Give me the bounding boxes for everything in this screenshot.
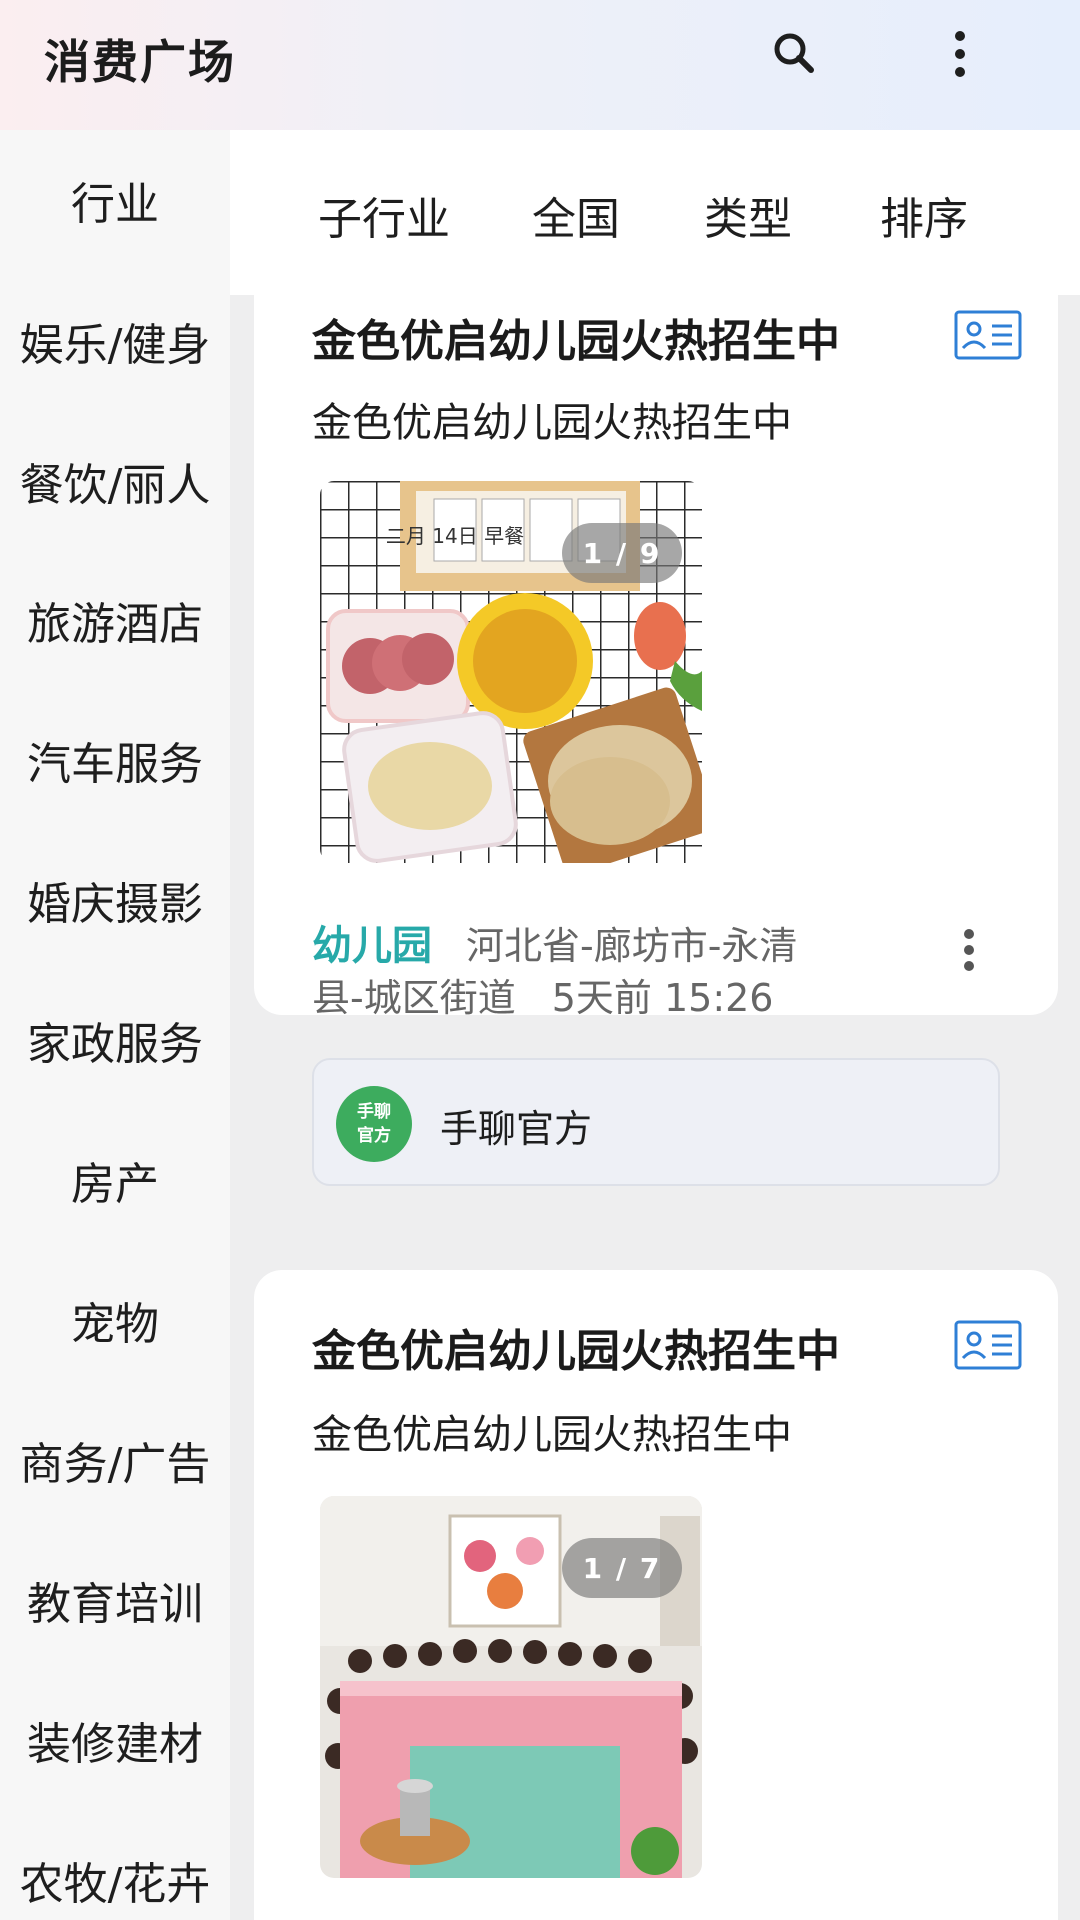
filter-sub-industry[interactable]: 子行业	[318, 185, 450, 245]
search-icon[interactable]	[765, 24, 825, 84]
sidebar-item-pets[interactable]: 宠物	[0, 1275, 230, 1365]
filter-sort[interactable]: 排序	[880, 185, 968, 245]
filter-bar: 子行业 全国 类型 排序	[230, 130, 1080, 295]
more-vertical-icon[interactable]	[930, 24, 990, 84]
filter-region[interactable]: 全国	[532, 185, 620, 245]
photo-counter: 1 / 9	[562, 523, 682, 583]
avatar-text-1: 手聊	[357, 1102, 391, 1122]
photo-counter: 1 / 7	[562, 1538, 682, 1598]
sidebar-header: 行业	[71, 179, 159, 230]
sidebar-item-entertainment-fitness[interactable]: 娱乐/健身	[0, 296, 230, 386]
category-tag[interactable]: 幼儿园	[312, 923, 432, 969]
sidebar-item-auto-service[interactable]: 汽车服务	[0, 715, 230, 805]
filter-type[interactable]: 类型	[704, 185, 792, 245]
post-title: 金色优启幼儿园火热招生中	[312, 316, 840, 367]
post-card[interactable]: 金色优启幼儿园火热招生中 金色优启幼儿园火热招生中	[254, 1270, 1058, 1920]
sidebar-item-dining-beauty[interactable]: 餐饮/丽人	[0, 436, 230, 526]
post-more-icon[interactable]	[944, 920, 994, 980]
post-description: 金色优启幼儿园火热招生中	[312, 400, 792, 446]
post-card[interactable]: 金色优启幼儿园火热招生中 金色优启幼儿园火热招生中	[254, 295, 1058, 1015]
publisher-avatar: 手聊 官方	[336, 1086, 412, 1162]
publisher-box[interactable]: 手聊 官方 手聊官方	[312, 1058, 1000, 1186]
calendar-sign-text: 二月 14日 早餐	[386, 524, 524, 548]
location-text: 河北省-廊坊市-永清	[466, 924, 798, 968]
sidebar-item-business-ads[interactable]: 商务/广告	[0, 1415, 230, 1505]
page-title: 消费广场	[44, 35, 236, 89]
post-title: 金色优启幼儿园火热招生中	[312, 1326, 840, 1377]
industry-sidebar: 行业 娱乐/健身 餐饮/丽人 旅游酒店 汽车服务 婚庆摄影 家政服务 房产 宠物…	[0, 130, 230, 1920]
sidebar-item-travel-hotel[interactable]: 旅游酒店	[0, 575, 230, 665]
sidebar-item-housekeeping[interactable]: 家政服务	[0, 995, 230, 1085]
post-meta-line-1: 幼儿园 河北省-廊坊市-永清	[312, 913, 797, 971]
publisher-name: 手聊官方	[440, 1107, 593, 1151]
sidebar-item-decoration[interactable]: 装修建材	[0, 1695, 230, 1785]
sidebar-item-education[interactable]: 教育培训	[0, 1555, 230, 1645]
sidebar-item-agriculture[interactable]: 农牧/花卉	[0, 1835, 230, 1920]
contact-card-icon[interactable]	[954, 310, 1022, 360]
contact-card-icon[interactable]	[954, 1320, 1022, 1370]
sidebar-item-real-estate[interactable]: 房产	[0, 1135, 230, 1225]
post-description: 金色优启幼儿园火热招生中	[312, 1412, 792, 1458]
app-bar: 消费广场	[0, 0, 1080, 130]
avatar-text-2: 官方	[357, 1126, 391, 1146]
feed-list: 金色优启幼儿园火热招生中 金色优启幼儿园火热招生中 二月 14日 早餐 1 / …	[230, 295, 1080, 1920]
post-photo[interactable]: 1 / 7	[320, 1496, 702, 1878]
post-photo[interactable]: 二月 14日 早餐 1 / 9	[320, 481, 702, 863]
sidebar-item-wedding-photo[interactable]: 婚庆摄影	[0, 855, 230, 945]
